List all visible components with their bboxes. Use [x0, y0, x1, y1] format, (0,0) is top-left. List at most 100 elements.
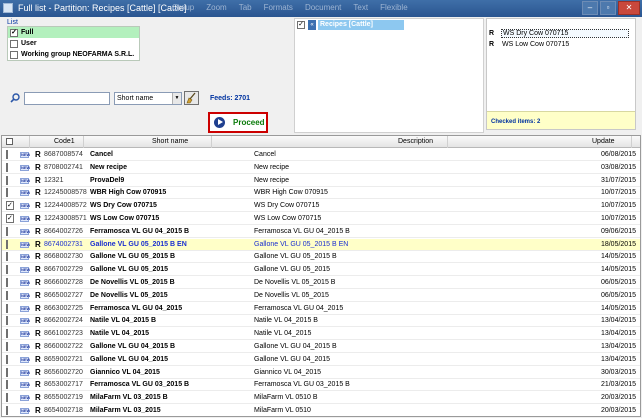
table-row[interactable]: NEW R 8654002718 MilaFarm VL 03_2015 MilaFar…: [2, 405, 640, 416]
table-row[interactable]: ✓ NEW R 12243008571 WS Low Cow 070715 WS Low …: [2, 213, 640, 225]
menu-item[interactable]: Formats: [264, 3, 293, 12]
row-checkbox[interactable]: [6, 277, 11, 288]
checked-item[interactable]: R WS Dry Cow 070715: [489, 28, 629, 38]
recipe-type-icon: NEW: [20, 408, 30, 414]
list-option-user[interactable]: User: [8, 38, 139, 49]
search-field-select[interactable]: Short name ▼: [114, 92, 182, 105]
table-row[interactable]: NEW R 8661002723 Natile VL 04_2015 Natile VL…: [2, 328, 640, 341]
row-checkbox[interactable]: [6, 264, 11, 275]
row-checkbox[interactable]: [6, 162, 11, 173]
row-short-name: Natile VL 04_2015 B: [90, 317, 157, 325]
table-row[interactable]: NEW R 8663002725 Ferramosca VL GU 04_2015 Fe…: [2, 303, 640, 315]
list-option-label: Full: [21, 29, 34, 36]
row-checkbox[interactable]: [6, 379, 11, 390]
recipe-type-icon: NEW: [20, 190, 30, 197]
clear-filter-button[interactable]: [184, 91, 199, 105]
checked-items-footer: Checked items: 2: [487, 111, 635, 129]
menu-item[interactable]: Flexible: [380, 3, 408, 12]
row-description: De Novellis VL 05_2015: [254, 291, 329, 299]
row-short-name: Ferramosca VL GU 03_2015 B: [90, 381, 190, 389]
row-checkbox[interactable]: [6, 290, 11, 301]
row-description: Gallone VL GU 05_2015 B: [254, 253, 337, 261]
row-checkbox[interactable]: ✓: [6, 213, 17, 224]
header-short-name[interactable]: Short name: [152, 136, 212, 148]
table-row[interactable]: NEW R 12245008578 WBR High Cow 070915 WBR Hi…: [2, 187, 640, 200]
row-checkbox[interactable]: ✓: [6, 200, 17, 211]
table-row[interactable]: NEW R 8668002730 Gallone VL GU 05_2015 B Gal…: [2, 251, 640, 264]
header-code[interactable]: Code1: [54, 136, 84, 148]
menu-item[interactable]: Document: [305, 3, 341, 12]
table-row[interactable]: NEW R 8666002728 De Novellis VL 05_2015 B De…: [2, 277, 640, 289]
select-all-checkbox[interactable]: [6, 138, 13, 145]
row-code: 8687008574: [44, 151, 83, 158]
table-row[interactable]: NEW R 8655002719 MilaFarm VL 03_2015 B MilaF…: [2, 392, 640, 405]
row-checkbox[interactable]: [6, 354, 11, 365]
maximize-button[interactable]: ▫: [600, 1, 616, 15]
menu-item[interactable]: Zoom: [206, 3, 226, 12]
table-row[interactable]: NEW R 8667002729 Gallone VL GU 05_2015 Gallo…: [2, 264, 640, 277]
row-checkbox[interactable]: [6, 251, 11, 262]
row-short-name: Gallone VL GU 05_2015 B EN: [90, 240, 187, 248]
row-code: 8664002726: [44, 227, 83, 235]
table-row[interactable]: NEW R 8656002720 Giannico VL 04_2015 Giannic…: [2, 367, 640, 379]
menu-item[interactable]: Text: [353, 3, 368, 12]
row-update-date: 13/04/2015: [600, 317, 636, 325]
table-row[interactable]: NEW R 8662002724 Natile VL 04_2015 B Natile …: [2, 315, 640, 328]
table-row[interactable]: NEW R 12321 ProvaDel9 New recipe 31/07/2015: [2, 175, 640, 187]
recipe-type-label: R: [35, 329, 41, 339]
minimize-button[interactable]: –: [582, 1, 598, 15]
menu-item[interactable]: Group: [172, 3, 194, 12]
menu-bar: Group Zoom Tab Formats Document Text Fle…: [172, 3, 408, 12]
row-short-name: Giannico VL 04_2015: [90, 368, 160, 376]
table-row[interactable]: NEW R 8659002721 Gallone VL GU 04_2015 Gallo…: [2, 354, 640, 366]
row-checkbox[interactable]: [6, 328, 11, 339]
row-checkbox[interactable]: [6, 315, 11, 326]
header-description[interactable]: Description: [398, 136, 448, 148]
table-row[interactable]: NEW R 8708002741 New recipe New recipe 03/08/…: [2, 162, 640, 174]
row-update-date: 30/03/2015: [600, 368, 636, 376]
list-group: List ✓ Full User Working group NEOFARMA …: [5, 19, 140, 61]
checkbox[interactable]: [10, 50, 18, 59]
row-checkbox[interactable]: [6, 239, 11, 250]
table-row[interactable]: NEW R 8674002731 Gallone VL GU 05_2015 B EN…: [2, 238, 640, 251]
row-short-name: Gallone VL GU 05_2015 B: [90, 253, 176, 261]
close-button[interactable]: ✕: [618, 1, 640, 15]
row-checkbox[interactable]: [6, 392, 11, 403]
proceed-button[interactable]: Proceed: [208, 112, 268, 133]
list-option-label: Working group NEOFARMA S.R.L.: [21, 51, 135, 58]
list-option-full[interactable]: ✓ Full: [8, 27, 139, 38]
row-checkbox[interactable]: [6, 405, 11, 416]
table-row[interactable]: NEW R 8664002726 Ferramosca VL GU 04_2015 B…: [2, 226, 640, 238]
row-checkbox[interactable]: [6, 341, 11, 352]
recipe-type-label: R: [35, 252, 41, 262]
row-checkbox[interactable]: [6, 367, 11, 378]
recipes-checkbox[interactable]: ✓: [297, 21, 305, 29]
table-row[interactable]: ✓ NEW R 12244008572 WS Dry Cow 070715 WS Dry …: [2, 200, 640, 213]
menu-item[interactable]: Tab: [239, 3, 252, 12]
checked-item[interactable]: R WS Low Cow 070715: [489, 39, 629, 49]
row-checkbox[interactable]: [6, 175, 11, 186]
checked-item-label: WS Low Cow 070715: [502, 40, 570, 48]
table-row[interactable]: NEW R 8660002722 Gallone VL GU 04_2015 B Gal…: [2, 341, 640, 353]
recipe-type-label: R: [35, 239, 41, 249]
row-description: WBR High Cow 070915: [254, 189, 328, 197]
header-update[interactable]: Update: [592, 136, 632, 148]
table-row[interactable]: NEW R 8687008574 Cancel Cancel 06/08/2015: [2, 149, 640, 161]
row-checkbox[interactable]: [6, 303, 11, 314]
row-update-date: 10/07/2015: [600, 202, 636, 210]
recipes-tree-item[interactable]: Recipes [Cattle]: [318, 20, 404, 30]
recipe-type-label: R: [35, 406, 41, 415]
table-row[interactable]: NEW R 8665002727 De Novellis VL 05_2015 De N…: [2, 290, 640, 302]
row-checkbox[interactable]: [6, 187, 11, 198]
list-option-working-group[interactable]: Working group NEOFARMA S.R.L.: [8, 49, 139, 60]
checkbox[interactable]: [10, 39, 18, 48]
recipe-type-label: R: [35, 342, 41, 351]
chevron-down-icon[interactable]: ▼: [172, 93, 181, 104]
search-input[interactable]: [24, 92, 110, 105]
collapse-arrow-icon[interactable]: «: [308, 20, 316, 30]
row-checkbox[interactable]: [6, 226, 11, 237]
checkbox[interactable]: ✓: [10, 28, 18, 37]
row-description: New recipe: [254, 163, 290, 171]
table-row[interactable]: NEW R 8653002717 Ferramosca VL GU 03_2015 B…: [2, 379, 640, 392]
row-checkbox[interactable]: [6, 149, 11, 160]
